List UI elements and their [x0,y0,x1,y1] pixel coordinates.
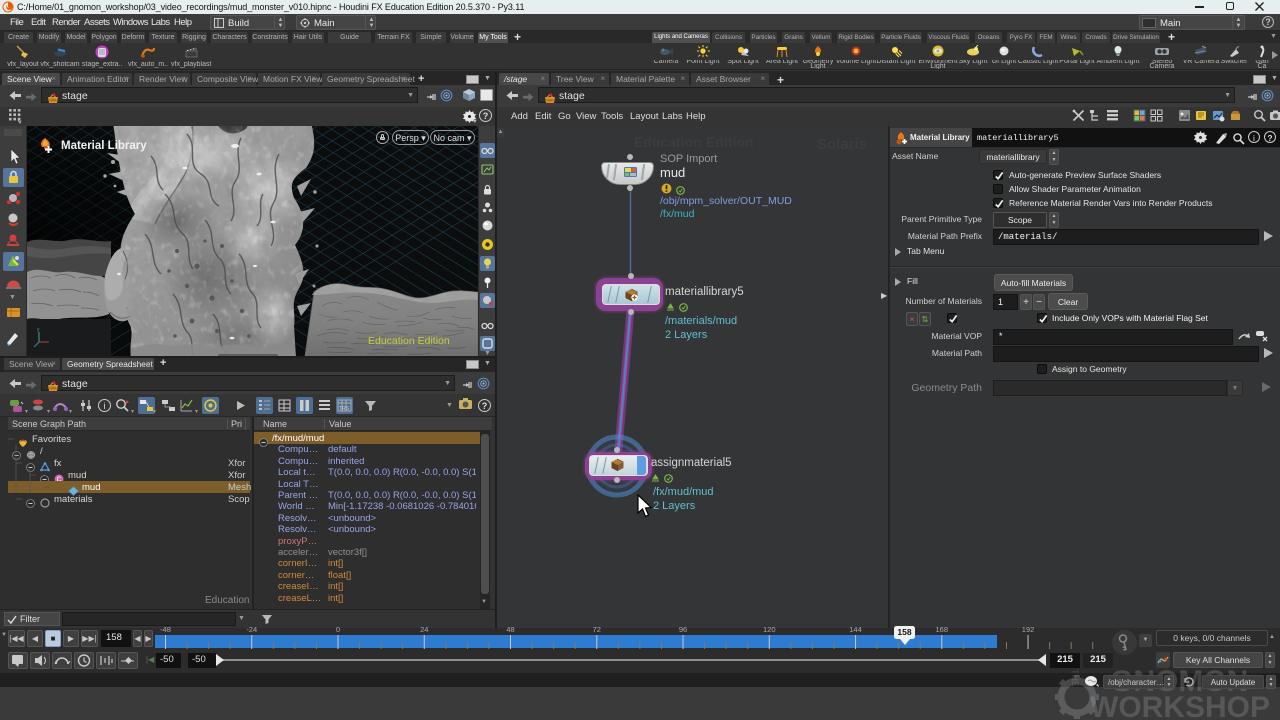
svg-text:y: y [37,327,40,333]
svg-text:TRS: TRS [339,406,350,412]
